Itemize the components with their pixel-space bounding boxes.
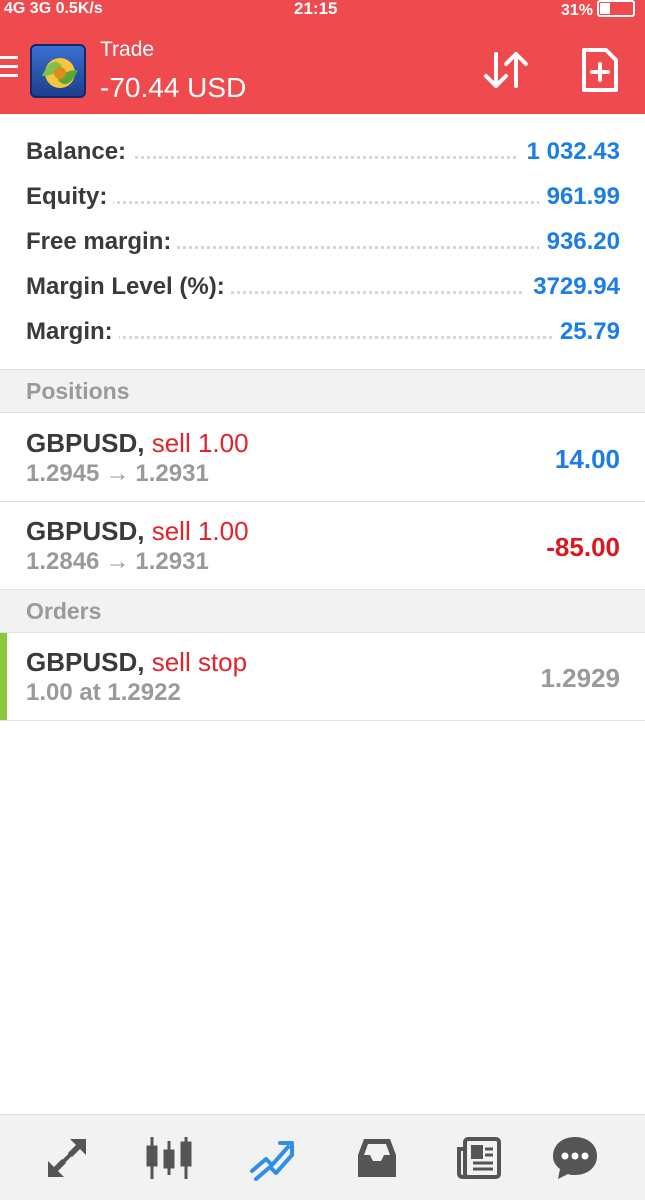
position-symbol-line: GBPUSD, sell 1.00: [26, 516, 249, 547]
order-symbol: GBPUSD,: [26, 647, 145, 677]
sort-icon[interactable]: [480, 48, 532, 92]
arrow-right-icon: →: [105, 548, 130, 575]
position-row[interactable]: GBPUSD, sell 1.00 1.2945 → 1.2931 14.00: [0, 414, 645, 502]
current-price: 1.2931: [135, 548, 209, 575]
position-type: sell 1.00: [151, 428, 249, 458]
position-type: sell 1.00: [151, 516, 249, 546]
summary-value: 1 032.43: [518, 138, 620, 166]
status-bar: 4G 3G 0.5K/s 21:15 31%: [0, 0, 645, 20]
clock: 21:15: [294, 0, 338, 18]
section-title: Positions: [26, 378, 130, 404]
summary-value: 936.20: [538, 228, 620, 256]
battery-status: 31%: [561, 0, 635, 20]
menu-icon[interactable]: [0, 56, 18, 78]
history-icon[interactable]: [352, 1133, 402, 1183]
news-icon[interactable]: [455, 1133, 505, 1183]
summary-row-balance: Balance: 1 032.43: [0, 128, 645, 173]
order-symbol-line: GBPUSD, sell stop: [26, 647, 247, 678]
position-symbol-line: GBPUSD, sell 1.00: [26, 428, 249, 459]
positions-header: Positions: [0, 369, 645, 413]
battery-level: 31%: [560, 2, 593, 19]
total-profit: -70.44 USD: [100, 72, 247, 103]
summary-row-margin-level: Margin Level (%): 3729.94: [0, 263, 645, 308]
summary-value: 961.99: [538, 183, 620, 211]
order-type: sell stop: [151, 647, 248, 677]
order-marker: [0, 633, 7, 720]
position-symbol: GBPUSD,: [26, 516, 145, 546]
summary-label: Margin:: [26, 318, 119, 346]
summary-row-free-margin: Free margin: 936.20: [0, 218, 645, 263]
summary-label: Balance:: [26, 138, 133, 166]
position-prices: 1.2846 → 1.2931: [26, 548, 209, 576]
section-title: Orders: [26, 598, 102, 624]
app-bar: Trade -70.44 USD: [0, 20, 645, 114]
position-profit: 14.00: [554, 444, 620, 474]
summary-row-equity: Equity: 961.99: [0, 173, 645, 218]
position-row[interactable]: GBPUSD, sell 1.00 1.2846 → 1.2931 -85.00: [0, 502, 645, 590]
summary-value: 3729.94: [525, 273, 620, 301]
trade-icon[interactable]: [248, 1133, 298, 1183]
quotes-icon[interactable]: [42, 1133, 92, 1183]
arrow-right-icon: →: [105, 460, 130, 487]
summary-value: 25.79: [551, 318, 620, 346]
order-row[interactable]: GBPUSD, sell stop 1.00 at 1.2922 1.2929: [0, 633, 645, 721]
open-price: 1.2846: [26, 548, 100, 575]
metatrader-logo: [30, 44, 86, 98]
summary-label: Margin Level (%):: [26, 273, 231, 301]
dotted-leader: [26, 201, 619, 204]
new-order-icon[interactable]: [580, 46, 620, 94]
position-profit: -85.00: [546, 532, 620, 562]
order-detail: 1.00 at 1.2922: [26, 679, 181, 706]
summary-row-margin: Margin: 25.79: [0, 308, 645, 353]
summary-label: Equity:: [26, 183, 114, 211]
network-status: 4G 3G 0.5K/s: [4, 0, 103, 17]
bottom-nav: [0, 1114, 645, 1200]
summary-label: Free margin:: [26, 228, 178, 256]
position-prices: 1.2945 → 1.2931: [26, 460, 209, 488]
position-symbol: GBPUSD,: [26, 428, 145, 458]
order-price: 1.2929: [540, 663, 620, 693]
chart-icon[interactable]: [144, 1133, 194, 1183]
current-price: 1.2931: [135, 460, 209, 487]
chat-icon[interactable]: [550, 1133, 600, 1183]
page-title: Trade: [100, 38, 155, 61]
orders-header: Orders: [0, 589, 645, 633]
battery-icon: [597, 0, 635, 17]
open-price: 1.2945: [26, 460, 100, 487]
